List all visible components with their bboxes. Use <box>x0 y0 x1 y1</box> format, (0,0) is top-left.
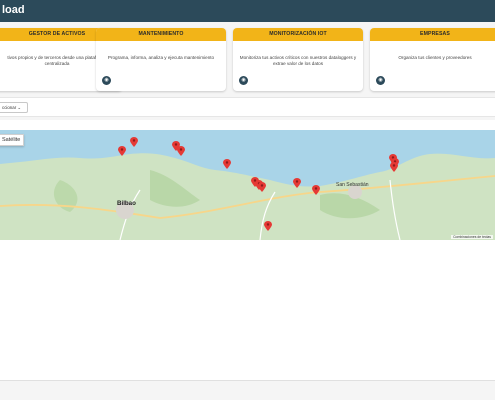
top-bar: load <box>0 0 495 22</box>
satellite-toggle-button[interactable]: Satélite <box>0 134 25 146</box>
eye-icon[interactable]: ◉ <box>239 76 248 85</box>
card-title: MANTENIMIENTO <box>96 28 226 41</box>
map-pin-icon[interactable] <box>312 185 320 195</box>
card-description: Monitoriza tus activos críticos con nues… <box>239 55 357 66</box>
map-pin-icon[interactable] <box>258 182 266 192</box>
map-pin-icon[interactable] <box>130 137 138 147</box>
map-panel: Satélite Bilbao San Sebastián Combinacio… <box>0 120 495 380</box>
brand-logo[interactable]: load <box>2 4 25 16</box>
map-pin-icon[interactable] <box>223 159 231 169</box>
card-mantenimiento: MANTENIMIENTO Programa, informa, analiza… <box>96 28 226 91</box>
map-terrain <box>0 130 495 240</box>
map-pin-icon[interactable] <box>264 221 272 231</box>
map-city-label: San Sebastián <box>336 182 369 188</box>
eye-icon[interactable]: ◉ <box>376 76 385 85</box>
map-pin-icon[interactable] <box>177 146 185 156</box>
card-empresas: EMPRESAS Organiza tus clientes y proveed… <box>370 28 495 91</box>
module-cards: GESTOR DE ACTIVOS tivos propios y de ter… <box>0 22 495 94</box>
eye-icon[interactable]: ◉ <box>102 76 111 85</box>
card-monitorizacion-iot: MONITORIZACIÓN IOT Monitoriza tus activo… <box>233 28 363 91</box>
assets-map[interactable]: Satélite Bilbao San Sebastián Combinacio… <box>0 130 495 240</box>
card-description: Organiza tus clientes y proveedores <box>398 55 472 60</box>
map-pin-icon[interactable] <box>118 146 126 156</box>
map-pin-icon[interactable] <box>293 178 301 188</box>
map-pin-icon[interactable] <box>390 162 398 172</box>
card-title: MONITORIZACIÓN IOT <box>233 28 363 41</box>
card-description: Programa, informa, analiza y ejecuta man… <box>107 55 215 60</box>
footer-divider <box>0 380 495 381</box>
filter-select-value: ccionar <box>2 105 17 110</box>
filter-select[interactable]: ccionar ⌄ <box>0 102 28 113</box>
card-title: EMPRESAS <box>370 28 495 41</box>
map-attribution: Combinaciones de teclas <box>451 235 493 239</box>
filter-bar: ccionar ⌄ <box>0 97 495 117</box>
chevron-down-icon: ⌄ <box>17 105 22 110</box>
map-city-label: Bilbao <box>117 200 136 207</box>
